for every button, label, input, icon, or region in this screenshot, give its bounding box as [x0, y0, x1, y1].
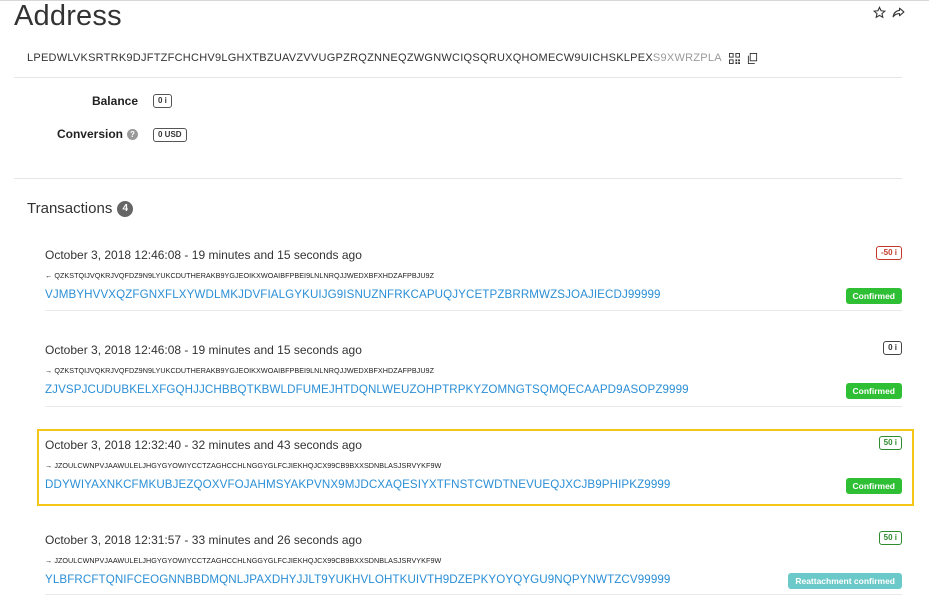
- transaction-timestamp: October 3, 2018 12:32:40 - 32 minutes an…: [45, 438, 362, 452]
- transaction-amount-badge: 0 i: [883, 341, 902, 355]
- transaction-separator: [45, 310, 902, 311]
- address-hash[interactable]: LPEDWLVKSRTRK9DJFTZFCHCHV9LGHXTBZUAVZVVU…: [27, 52, 653, 64]
- transaction-amount-badge: -50 i: [875, 246, 902, 260]
- counterparty-address[interactable]: QZKSTQIJVQKRJVQFDZ9N9LYUKCDUTHERAKB9YGJE…: [54, 271, 434, 280]
- transaction-separator: [45, 594, 902, 595]
- conversion-value: 0 USD: [153, 128, 187, 142]
- transaction-hash-link[interactable]: ZJVSPJCUDUBKELXFGQHJJCHBBQTKBWLDFUMEJHTD…: [45, 383, 689, 396]
- conversion-label-row: Conversion?: [12, 127, 138, 141]
- transaction-item: October 3, 2018 12:46:08 - 19 minutes an…: [45, 246, 902, 318]
- direction-arrow-icon: →: [45, 556, 53, 565]
- transaction-timestamp: October 3, 2018 12:46:08 - 19 minutes an…: [45, 248, 362, 262]
- transactions-count-badge: 4: [117, 200, 134, 217]
- transaction-timestamp: October 3, 2018 12:31:57 - 33 minutes an…: [45, 533, 362, 547]
- transaction-status-badge: Reattachment confirmed: [788, 573, 902, 589]
- transaction-hash-link[interactable]: DDYWIYAXNKCFMKUBJEZQOXVFOJAHMSYAKPVNX9MJ…: [45, 478, 670, 491]
- transaction-item: October 3, 2018 12:46:08 - 19 minutes an…: [45, 341, 902, 413]
- transaction-counterparty[interactable]: → JZOULCWNPVJAAWULELJHGYGYOWIYCCTZAGHCCH…: [45, 556, 441, 565]
- top-border: [0, 0, 929, 1]
- transaction-timestamp: October 3, 2018 12:46:08 - 19 minutes an…: [45, 343, 362, 357]
- transaction-counterparty[interactable]: → QZKSTQIJVQKRJVQFDZ9N9LYUKCDUTHERAKB9YG…: [45, 366, 434, 375]
- transaction-hash-link[interactable]: YLBFRCFTQNIFCEOGNNBBDMQNLJPAXDHYJJLT9YUK…: [45, 573, 670, 586]
- transaction-status-badge: Confirmed: [845, 478, 902, 494]
- counterparty-address[interactable]: JZOULCWNPVJAAWULELJHGYGYOWIYCCTZAGHCCHLN…: [54, 556, 441, 565]
- transaction-status-badge: Confirmed: [845, 383, 902, 399]
- balance-value: 0 i: [153, 94, 172, 108]
- star-outline-icon[interactable]: [872, 6, 887, 19]
- balance-label: Balance: [91, 94, 138, 108]
- transaction-hash-link[interactable]: VJMBYHVVXQZFGNXFLXYWDLMKJDVFIALGYKUIJG9I…: [45, 288, 661, 301]
- transaction-item: October 3, 2018 12:31:57 - 33 minutes an…: [45, 531, 902, 603]
- transaction-amount-badge: 50 i: [878, 531, 902, 545]
- address-row: LPEDWLVKSRTRK9DJFTZFCHCHV9LGHXTBZUAVZVVU…: [27, 52, 758, 64]
- direction-arrow-icon: →: [45, 461, 53, 470]
- direction-arrow-icon: →: [45, 366, 53, 375]
- transaction-counterparty[interactable]: → JZOULCWNPVJAAWULELJHGYGYOWIYCCTZAGHCCH…: [45, 461, 441, 470]
- transaction-separator: [45, 406, 902, 407]
- page-actions: [872, 6, 905, 19]
- counterparty-address[interactable]: JZOULCWNPVJAAWULELJHGYGYOWIYCCTZAGHCCHLN…: [54, 461, 441, 470]
- divider: [14, 77, 902, 78]
- copy-icon[interactable]: [747, 52, 758, 64]
- qr-code-icon[interactable]: [728, 52, 740, 64]
- transaction-item: October 3, 2018 12:32:40 - 32 minutes an…: [45, 436, 902, 508]
- direction-arrow-icon: ←: [45, 271, 53, 280]
- transaction-status-badge: Confirmed: [845, 288, 902, 304]
- transactions-title: Transactions: [27, 200, 113, 217]
- conversion-label: Conversion: [56, 127, 123, 141]
- transaction-amount-badge: 50 i: [878, 436, 902, 450]
- share-icon[interactable]: [892, 6, 905, 19]
- transaction-counterparty[interactable]: ← QZKSTQIJVQKRJVQFDZ9N9LYUKCDUTHERAKB9YG…: [45, 271, 434, 280]
- page-title: Address: [14, 0, 122, 32]
- counterparty-address[interactable]: QZKSTQIJVQKRJVQFDZ9N9LYUKCDUTHERAKB9YGJE…: [54, 366, 434, 375]
- transactions-heading: Transactions 4: [27, 200, 134, 217]
- address-checksum: S9XWRZPLA: [652, 52, 722, 64]
- divider: [14, 178, 902, 179]
- question-circle-icon[interactable]: ?: [127, 129, 138, 140]
